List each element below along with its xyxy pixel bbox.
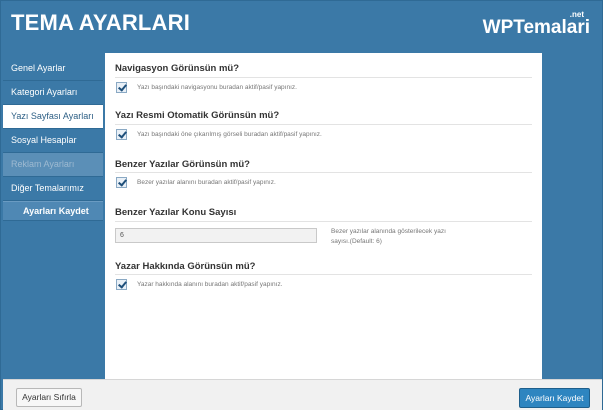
- page-title: TEMA AYARLARI: [11, 10, 191, 35]
- featured-image-hint: Yazı başındaki öne çıkarılmış görseli bu…: [137, 131, 322, 138]
- section-title-author-box: Yazar Hakkında Görünsün mü?: [115, 261, 256, 272]
- section-title-navigation: Navigasyon Görünsün mü?: [115, 63, 240, 74]
- sidebar: Genel Ayarlar Kategori Ayarları Yazı Say…: [3, 57, 103, 221]
- sidebar-item-yazi-sayfasi-ayarlari[interactable]: Yazı Sayfası Ayarları: [3, 105, 103, 129]
- related-posts-hint: Bezer yazılar alanını buradan aktif/pasi…: [137, 179, 276, 186]
- navigation-hint: Yazı başındaki navigasyonu buradan aktif…: [137, 84, 297, 91]
- related-posts-checkbox[interactable]: [116, 177, 127, 188]
- featured-image-checkbox[interactable]: [116, 129, 127, 140]
- author-box-hint: Yazar hakkında alanını buradan aktif/pas…: [137, 281, 283, 288]
- divider: [115, 172, 532, 173]
- section-title-featured-image: Yazı Resmi Otomatik Görünsün mü?: [115, 110, 280, 121]
- divider: [115, 274, 532, 275]
- section-title-related-posts: Benzer Yazılar Görünsün mü?: [115, 159, 250, 170]
- divider: [115, 221, 532, 222]
- related-count-input[interactable]: 6: [115, 228, 317, 243]
- author-box-checkbox[interactable]: [116, 279, 127, 290]
- save-settings-button[interactable]: Ayarları Kaydet: [519, 388, 590, 408]
- divider: [115, 77, 532, 78]
- sidebar-item-sosyal-hesaplar[interactable]: Sosyal Hesaplar: [3, 129, 103, 153]
- reset-settings-button[interactable]: Ayarları Sıfırla: [16, 388, 82, 407]
- divider: [115, 124, 532, 125]
- footer-bar: Ayarları Sıfırla Ayarları Kaydet: [3, 379, 602, 410]
- sidebar-item-genel-ayarlar[interactable]: Genel Ayarlar: [3, 57, 103, 81]
- sidebar-item-kategori-ayarlari[interactable]: Kategori Ayarları: [3, 81, 103, 105]
- settings-content: Navigasyon Görünsün mü? Yazı başındaki n…: [105, 53, 542, 379]
- section-title-related-count: Benzer Yazılar Konu Sayısı: [115, 207, 237, 218]
- header: TEMA AYARLARI .net WPTemalari: [1, 1, 603, 53]
- sidebar-item-reklam-ayarlari[interactable]: Reklam Ayarları: [3, 153, 103, 177]
- settings-panel: TEMA AYARLARI .net WPTemalari Genel Ayar…: [0, 0, 603, 410]
- sidebar-save-button[interactable]: Ayarları Kaydet: [3, 201, 103, 221]
- sidebar-item-diger-temalarimiz[interactable]: Diğer Temalarımız: [3, 177, 103, 201]
- navigation-checkbox[interactable]: [116, 82, 127, 93]
- brand-logo: WPTemalari: [482, 17, 590, 38]
- related-count-hint: Bezer yazılar alanında gösterilecek yazı…: [331, 228, 446, 245]
